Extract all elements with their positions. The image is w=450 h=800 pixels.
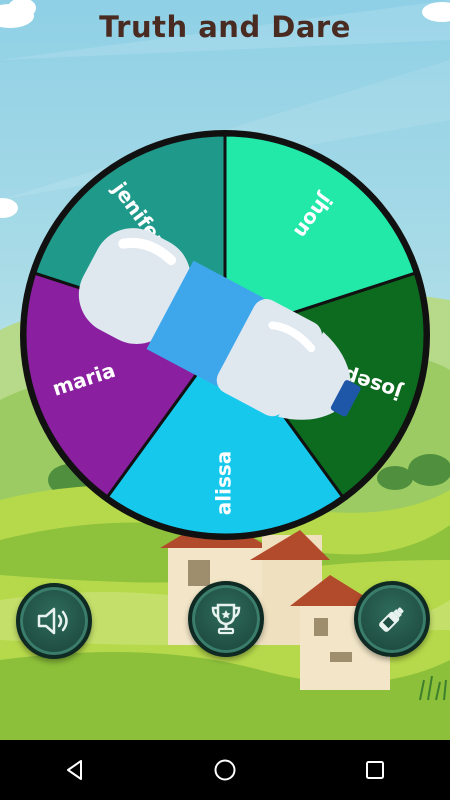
home-icon [214, 759, 236, 781]
back-icon [67, 760, 82, 780]
bottle-select-button[interactable] [354, 581, 430, 657]
system-navigation-bar [0, 740, 450, 800]
trophy-icon [211, 603, 241, 635]
recents-icon [366, 761, 384, 779]
nav-home-button[interactable] [195, 740, 255, 800]
spin-wheel[interactable]: jhon joseph alissa maria jenifer [18, 128, 432, 542]
speaker-icon [37, 607, 68, 635]
nav-recents-button[interactable] [345, 740, 405, 800]
bottle-icon [379, 607, 404, 632]
sound-button[interactable] [16, 583, 92, 659]
app-title: Truth and Dare [99, 10, 351, 44]
wheel-graphic: jhonjosephalissamariajenifer [20, 130, 430, 540]
leaderboard-button[interactable] [188, 581, 264, 657]
nav-back-button[interactable] [45, 740, 105, 800]
player-label-alissa: alissa [212, 451, 236, 516]
